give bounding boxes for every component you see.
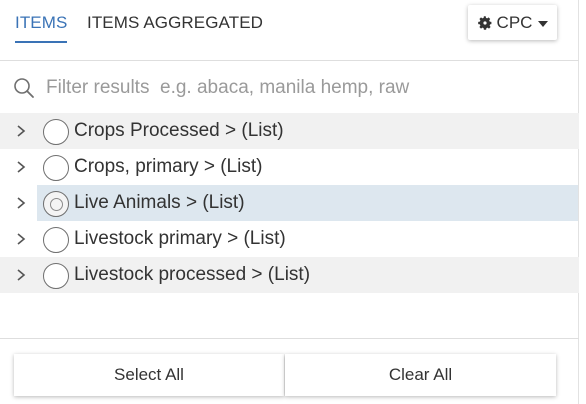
search-input[interactable] [46,74,566,102]
radio-button[interactable] [43,263,69,289]
radio-button[interactable] [43,227,69,253]
list-item[interactable]: Crops Processed > (List) [0,113,579,149]
chevron-right-icon[interactable] [15,232,27,246]
tab-items[interactable]: ITEMS [15,13,68,43]
active-tab-indicator [15,41,68,43]
chevron-right-icon[interactable] [15,268,27,282]
list-item[interactable]: Crops, primary > (List) [0,149,579,185]
tab-items-label: ITEMS [15,13,68,32]
tab-items-aggregated[interactable]: ITEMS AGGREGATED [87,13,263,33]
radio-button[interactable] [43,191,69,217]
list-item[interactable]: Livestock processed > (List) [0,257,579,293]
chevron-right-icon[interactable] [15,196,27,210]
list-item[interactable]: Live Animals > (List) [0,185,579,221]
clear-all-label: Clear All [388,365,453,384]
tab-items-aggregated-label: ITEMS AGGREGATED [87,13,264,32]
code-system-dropdown-button[interactable]: CPC [468,5,557,40]
clear-all-button[interactable]: Clear All [285,354,556,396]
search-bar [0,61,579,113]
list-item-label: Livestock processed > (List) [74,264,311,285]
list-item-label: Live Animals > (List) [74,192,245,213]
search-icon [14,78,34,98]
select-all-label: Select All [114,365,184,384]
divider [0,338,579,339]
select-all-button[interactable]: Select All [14,354,284,396]
gear-icon [477,15,491,30]
list-item-label: Crops Processed > (List) [74,120,284,141]
chevron-right-icon[interactable] [15,160,27,174]
list-item[interactable]: Livestock primary > (List) [0,221,579,257]
radio-button[interactable] [43,155,69,181]
list-item-label: Livestock primary > (List) [74,228,286,249]
list-item-label: Crops, primary > (List) [74,156,263,177]
code-system-label: CPC [496,12,533,32]
chevron-right-icon[interactable] [15,124,27,138]
item-tree: Crops Processed > (List) Crops, primary … [0,113,579,293]
radio-button[interactable] [43,119,69,145]
caret-down-icon [538,20,549,27]
